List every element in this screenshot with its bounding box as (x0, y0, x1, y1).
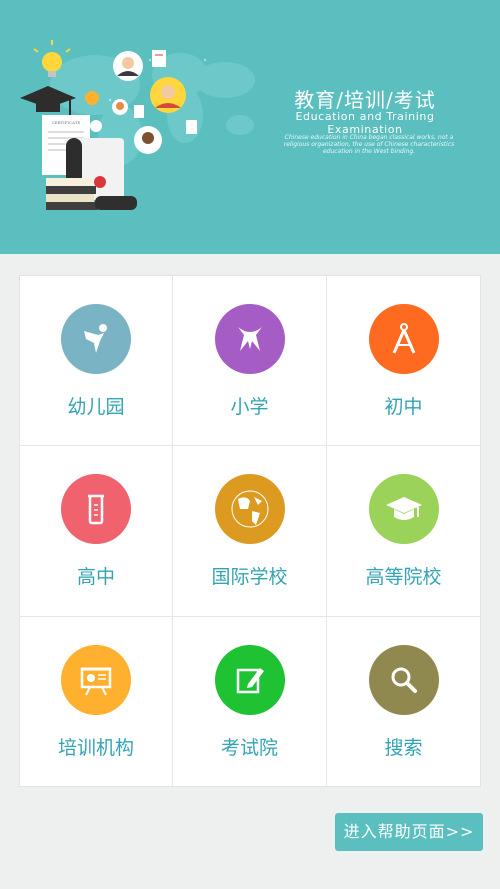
category-primary-school[interactable]: 小学 (173, 276, 327, 446)
banner-title: 教育/培训/考试 (294, 88, 436, 112)
primary-school-icon (214, 304, 285, 374)
category-label: 幼儿园 (67, 396, 125, 418)
category-label: 高等院校 (365, 566, 442, 588)
category-senior-high[interactable]: 高中 (20, 446, 173, 617)
compass-icon (368, 304, 439, 374)
beaker-icon (61, 474, 131, 544)
certificate-text: CERTIFICATE (52, 120, 81, 125)
category-label: 高中 (76, 566, 115, 588)
edit-icon (214, 645, 285, 715)
category-grid: 幼儿园 小学 初中 高中 国际学校 高等院校 培训机构 考试院 搜索 (19, 275, 481, 787)
graduation-cap-icon (368, 474, 439, 544)
category-label: 培训机构 (57, 737, 134, 759)
banner-subtitle: Education and Training Examination (295, 110, 435, 136)
category-label: 初中 (384, 396, 423, 418)
header-banner: CERTIFICATE 教育/培训/考试 Education and Train… (0, 0, 500, 254)
category-label: 国际学校 (211, 566, 288, 588)
kindergarten-icon (61, 304, 131, 374)
category-label: 搜索 (384, 737, 423, 759)
category-search[interactable]: 搜索 (327, 617, 480, 786)
category-exam-center[interactable]: 考试院 (173, 617, 327, 786)
category-kindergarten[interactable]: 幼儿园 (20, 276, 173, 446)
presentation-board-icon (61, 645, 131, 715)
category-junior-high[interactable]: 初中 (327, 276, 480, 446)
category-label: 考试院 (220, 737, 278, 759)
category-label: 小学 (230, 396, 269, 418)
category-international-school[interactable]: 国际学校 (173, 446, 327, 617)
globe-icon (214, 474, 285, 544)
category-training-institution[interactable]: 培训机构 (20, 617, 173, 786)
category-university[interactable]: 高等院校 (327, 446, 480, 617)
search-icon (368, 645, 439, 715)
help-page-button[interactable]: 进入帮助页面>> (335, 813, 483, 851)
banner-description: Chinese education in China began classic… (283, 134, 455, 155)
